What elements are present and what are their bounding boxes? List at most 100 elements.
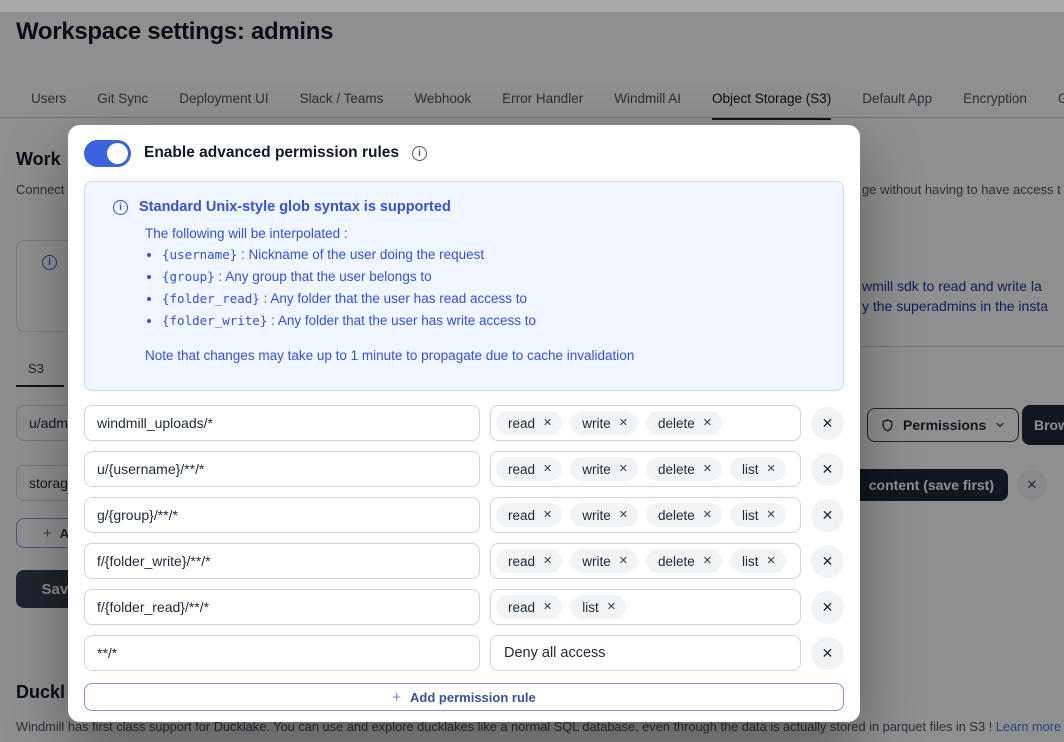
permission-tags-box[interactable]: read ✕ write ✕ delete ✕ list ✕ bbox=[490, 451, 801, 487]
interpolation-desc: : Any group that the user belongs to bbox=[214, 269, 432, 284]
permission-rule-row: read ✕ list ✕ ✕ bbox=[84, 589, 844, 625]
advanced-permissions-modal: Enable advanced permission rules i i Sta… bbox=[68, 125, 860, 722]
add-permission-rule-label: Add permission rule bbox=[410, 689, 536, 705]
toggle-knob bbox=[107, 142, 128, 164]
permission-chip-read: read ✕ bbox=[496, 411, 563, 435]
permission-tags-box[interactable]: read ✕ write ✕ delete ✕ bbox=[490, 405, 801, 441]
permission-tags-box[interactable]: read ✕ write ✕ delete ✕ list ✕ bbox=[490, 497, 801, 533]
permission-tags-box[interactable]: Deny all access bbox=[490, 635, 801, 671]
info-panel-title: Standard Unix-style glob syntax is suppo… bbox=[139, 199, 451, 215]
permission-tags-box[interactable]: read ✕ list ✕ bbox=[490, 589, 801, 625]
info-intro: The following will be interpolated : bbox=[145, 226, 348, 241]
remove-rule-button[interactable]: ✕ bbox=[811, 452, 844, 486]
permission-chip-read: read ✕ bbox=[496, 503, 563, 527]
remove-rule-button[interactable]: ✕ bbox=[811, 590, 844, 624]
remove-permission-icon[interactable]: ✕ bbox=[543, 601, 552, 613]
permission-tags-box[interactable]: read ✕ write ✕ delete ✕ list ✕ bbox=[490, 543, 801, 579]
permission-chip-delete: delete ✕ bbox=[645, 457, 722, 481]
info-note: Note that changes may take up to 1 minut… bbox=[145, 348, 635, 363]
permission-chip-write: write ✕ bbox=[570, 549, 638, 573]
remove-permission-icon[interactable]: ✕ bbox=[619, 555, 628, 567]
interpolation-desc: : Any folder that the user has write acc… bbox=[267, 313, 536, 328]
remove-rule-button[interactable]: ✕ bbox=[811, 544, 844, 578]
permission-chip-write: write ✕ bbox=[570, 503, 638, 527]
permission-chip-label: delete bbox=[657, 507, 695, 523]
info-icon: i bbox=[113, 199, 128, 215]
glob-syntax-info-panel: i Standard Unix-style glob syntax is sup… bbox=[84, 181, 844, 391]
remove-permission-icon[interactable]: ✕ bbox=[619, 463, 628, 475]
pattern-input[interactable] bbox=[84, 405, 480, 441]
interpolation-item: {folder_read} : Any folder that the user… bbox=[162, 289, 827, 309]
permission-chip-read: read ✕ bbox=[496, 549, 563, 573]
remove-permission-icon[interactable]: ✕ bbox=[767, 555, 776, 567]
interpolation-item: {username} : Nickname of the user doing … bbox=[162, 245, 827, 265]
permission-chip-label: delete bbox=[657, 461, 695, 477]
remove-permission-icon[interactable]: ✕ bbox=[607, 601, 616, 613]
permission-rules-list: read ✕ write ✕ delete ✕ ✕ read ✕ write ✕ dele… bbox=[84, 405, 844, 671]
remove-permission-icon[interactable]: ✕ bbox=[767, 463, 776, 475]
permission-chip-label: write bbox=[582, 553, 611, 569]
remove-rule-button[interactable]: ✕ bbox=[811, 636, 844, 670]
permission-chip-label: list bbox=[582, 599, 599, 615]
permission-chip-label: delete bbox=[657, 415, 695, 431]
info-panel-body: The following will be interpolated : {us… bbox=[97, 226, 827, 363]
interpolation-token: {folder_write} bbox=[162, 313, 268, 328]
permission-chip-label: read bbox=[508, 507, 536, 523]
remove-permission-icon[interactable]: ✕ bbox=[543, 417, 552, 429]
remove-permission-icon[interactable]: ✕ bbox=[703, 555, 712, 567]
info-panel-header: i Standard Unix-style glob syntax is sup… bbox=[97, 199, 827, 215]
permission-chip-label: write bbox=[582, 461, 611, 477]
permission-chip-delete: delete ✕ bbox=[645, 549, 722, 573]
pattern-input[interactable] bbox=[84, 589, 480, 625]
interpolation-token: {group} bbox=[162, 269, 215, 284]
pattern-input[interactable] bbox=[84, 497, 480, 533]
add-permission-rule-button[interactable]: + Add permission rule bbox=[84, 683, 844, 711]
permission-chip-read: read ✕ bbox=[496, 457, 563, 481]
permission-rule-row: read ✕ write ✕ delete ✕ list ✕ ✕ bbox=[84, 497, 844, 533]
remove-rule-button[interactable]: ✕ bbox=[811, 498, 844, 532]
interpolation-desc: : Any folder that the user has read acce… bbox=[259, 291, 527, 306]
remove-permission-icon[interactable]: ✕ bbox=[703, 509, 712, 521]
permission-chip-label: read bbox=[508, 553, 536, 569]
permission-chip-label: write bbox=[582, 415, 611, 431]
pattern-input[interactable] bbox=[84, 451, 480, 487]
permission-rule-row: read ✕ write ✕ delete ✕ list ✕ ✕ bbox=[84, 543, 844, 579]
permission-chip-list: list ✕ bbox=[730, 503, 786, 527]
interpolation-token: {username} bbox=[162, 247, 238, 262]
permission-chip-write: write ✕ bbox=[570, 411, 638, 435]
remove-permission-icon[interactable]: ✕ bbox=[543, 463, 552, 475]
toggle-label: Enable advanced permission rules bbox=[144, 144, 399, 161]
permission-chip-label: read bbox=[508, 415, 536, 431]
permission-chip-delete: delete ✕ bbox=[645, 411, 722, 435]
deny-all-access-text: Deny all access bbox=[504, 645, 606, 661]
pattern-input[interactable] bbox=[84, 543, 480, 579]
permission-chip-delete: delete ✕ bbox=[645, 503, 722, 527]
remove-permission-icon[interactable]: ✕ bbox=[619, 509, 628, 521]
permission-chip-list: list ✕ bbox=[570, 595, 626, 619]
enable-advanced-permissions-toggle[interactable] bbox=[84, 139, 131, 167]
permission-chip-label: delete bbox=[657, 553, 695, 569]
pattern-input[interactable] bbox=[84, 635, 480, 671]
interpolation-desc: : Nickname of the user doing the request bbox=[237, 247, 485, 262]
interpolation-token: {folder_read} bbox=[162, 291, 260, 306]
remove-permission-icon[interactable]: ✕ bbox=[767, 509, 776, 521]
permission-chip-read: read ✕ bbox=[496, 595, 563, 619]
window-top-edge bbox=[0, 0, 1064, 12]
remove-permission-icon[interactable]: ✕ bbox=[703, 463, 712, 475]
toggle-row: Enable advanced permission rules i bbox=[84, 139, 844, 167]
remove-permission-icon[interactable]: ✕ bbox=[543, 555, 552, 567]
plus-icon: + bbox=[392, 688, 402, 706]
interpolation-list: {username} : Nickname of the user doing … bbox=[145, 245, 827, 331]
permission-rule-row: read ✕ write ✕ delete ✕ list ✕ ✕ bbox=[84, 451, 844, 487]
permission-chip-label: list bbox=[742, 507, 759, 523]
permission-rule-row: Deny all access ✕ bbox=[84, 635, 844, 671]
permission-chip-label: read bbox=[508, 461, 536, 477]
remove-permission-icon[interactable]: ✕ bbox=[619, 417, 628, 429]
remove-rule-button[interactable]: ✕ bbox=[811, 406, 844, 440]
permission-chip-label: list bbox=[742, 461, 759, 477]
permission-chip-label: write bbox=[582, 507, 611, 523]
remove-permission-icon[interactable]: ✕ bbox=[543, 509, 552, 521]
info-icon: i bbox=[412, 145, 427, 161]
interpolation-item: {group} : Any group that the user belong… bbox=[162, 267, 827, 287]
remove-permission-icon[interactable]: ✕ bbox=[703, 417, 712, 429]
